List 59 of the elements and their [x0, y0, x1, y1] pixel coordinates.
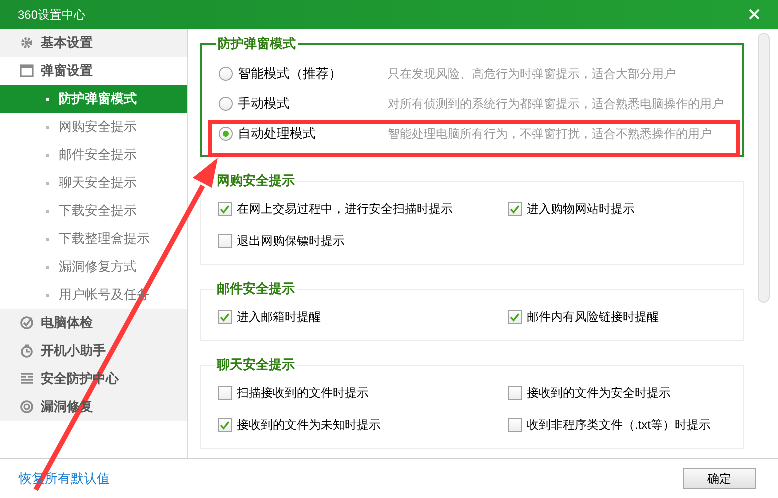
sidebar-subitem[interactable]: 漏洞修复方式: [0, 253, 187, 281]
list-icon: [20, 372, 34, 386]
sidebar-subitem[interactable]: 聊天安全提示: [0, 169, 187, 197]
sidebar-item[interactable]: 电脑体检: [0, 309, 187, 337]
checkbox[interactable]: [218, 234, 232, 248]
sidebar-subitem[interactable]: 网购安全提示: [0, 113, 187, 141]
bullet-icon: [46, 98, 49, 100]
option-label: 接收到的文件为未知时提示: [237, 417, 381, 434]
group-title: 邮件安全提示: [215, 280, 297, 298]
checkbox[interactable]: [508, 202, 522, 216]
option-label: 智能模式（推荐）: [238, 65, 343, 84]
bullet-icon: [46, 126, 49, 128]
radio-button[interactable]: [219, 97, 233, 111]
window-icon: [20, 64, 34, 78]
option-label: 邮件内有风险链接时提醒: [527, 309, 659, 326]
bullet-icon: [46, 266, 49, 268]
group-title: 防护弹窗模式: [216, 35, 298, 53]
sidebar-item[interactable]: 基本设置: [0, 29, 187, 57]
sidebar-subitem[interactable]: 邮件安全提示: [0, 141, 187, 169]
option-label: 进入邮箱时提醒: [237, 309, 321, 326]
checkbox[interactable]: [218, 418, 232, 432]
option-description: 只在发现风险、高危行为时弹窗提示，适合大部分用户: [388, 66, 676, 83]
checkbox[interactable]: [218, 202, 232, 216]
option-label: 接收到的文件为安全时提示: [527, 385, 671, 402]
option-label: 在网上交易过程中，进行安全扫描时提示: [237, 201, 453, 218]
window-title: 360设置中心: [18, 6, 86, 24]
option-description: 智能处理电脑所有行为，不弹窗打扰，适合不熟悉操作的用户: [388, 126, 712, 143]
ring-icon: [20, 400, 34, 414]
checkbox[interactable]: [508, 310, 522, 324]
group-title: 网购安全提示: [215, 172, 297, 190]
option-label: 扫描接收到的文件时提示: [237, 385, 369, 402]
checkbox[interactable]: [218, 310, 232, 324]
ok-button[interactable]: 确定: [683, 468, 756, 489]
bullet-icon: [46, 154, 49, 156]
bullet-icon: [46, 210, 49, 212]
option-label: 手动模式: [238, 95, 291, 114]
radio-button[interactable]: [219, 127, 233, 141]
option-label: 收到非程序类文件（.txt等）时提示: [527, 417, 712, 434]
bullet-icon: [46, 294, 49, 296]
sidebar-subitem[interactable]: 下载整理盒提示: [0, 225, 187, 253]
checkbox[interactable]: [508, 418, 522, 432]
radio-button[interactable]: [219, 67, 233, 81]
option-label: 自动处理模式: [238, 125, 317, 144]
bullet-icon: [46, 182, 49, 184]
check-circle-icon: [20, 316, 34, 330]
group-title: 聊天安全提示: [215, 356, 297, 374]
stopwatch-icon: [20, 344, 34, 358]
checkbox[interactable]: [508, 386, 522, 400]
sidebar-subitem[interactable]: 下载安全提示: [0, 197, 187, 225]
bullet-icon: [46, 238, 49, 240]
option-label: 进入购物网站时提示: [527, 201, 635, 218]
sidebar-subitem[interactable]: 防护弹窗模式: [0, 85, 187, 113]
sidebar-item[interactable]: 开机小助手: [0, 337, 187, 365]
gear-icon: [20, 36, 34, 50]
checkbox[interactable]: [218, 386, 232, 400]
close-icon[interactable]: [749, 9, 760, 20]
option-description: 对所有侦测到的系统行为都弹窗提示，适合熟悉电脑操作的用户: [388, 96, 724, 113]
scrollbar-thumb[interactable]: [758, 33, 770, 303]
option-label: 退出网购保镖时提示: [237, 233, 345, 250]
